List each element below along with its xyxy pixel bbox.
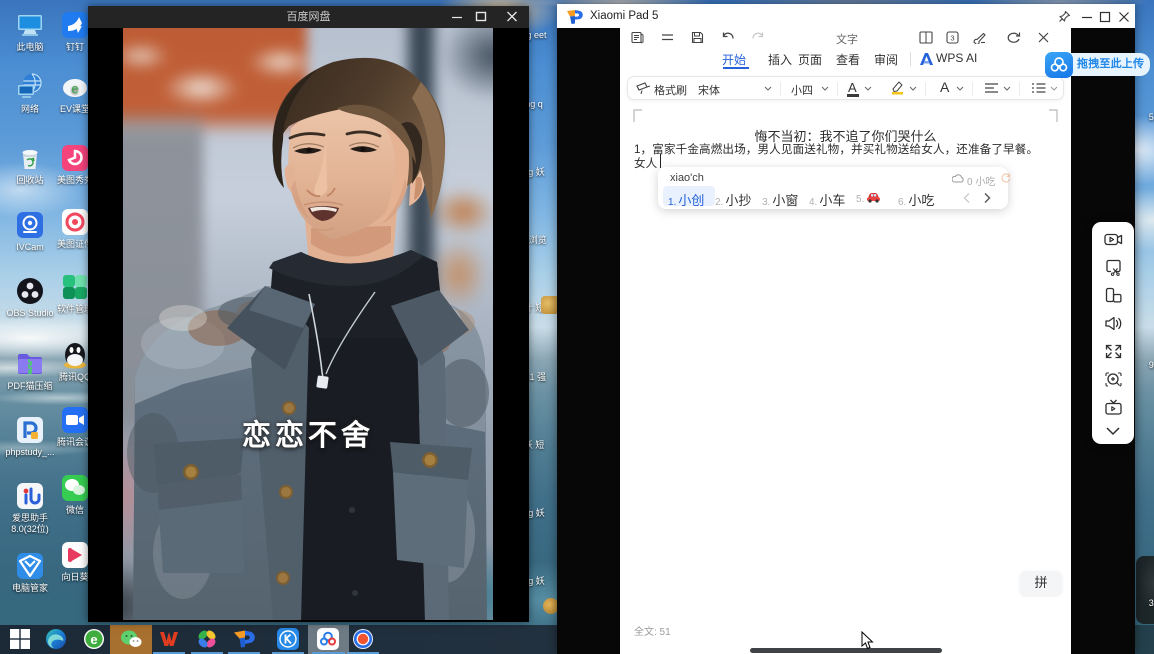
svg-text:3: 3 — [950, 34, 954, 43]
svg-text:e: e — [90, 632, 97, 647]
svg-text:e: e — [71, 81, 78, 96]
